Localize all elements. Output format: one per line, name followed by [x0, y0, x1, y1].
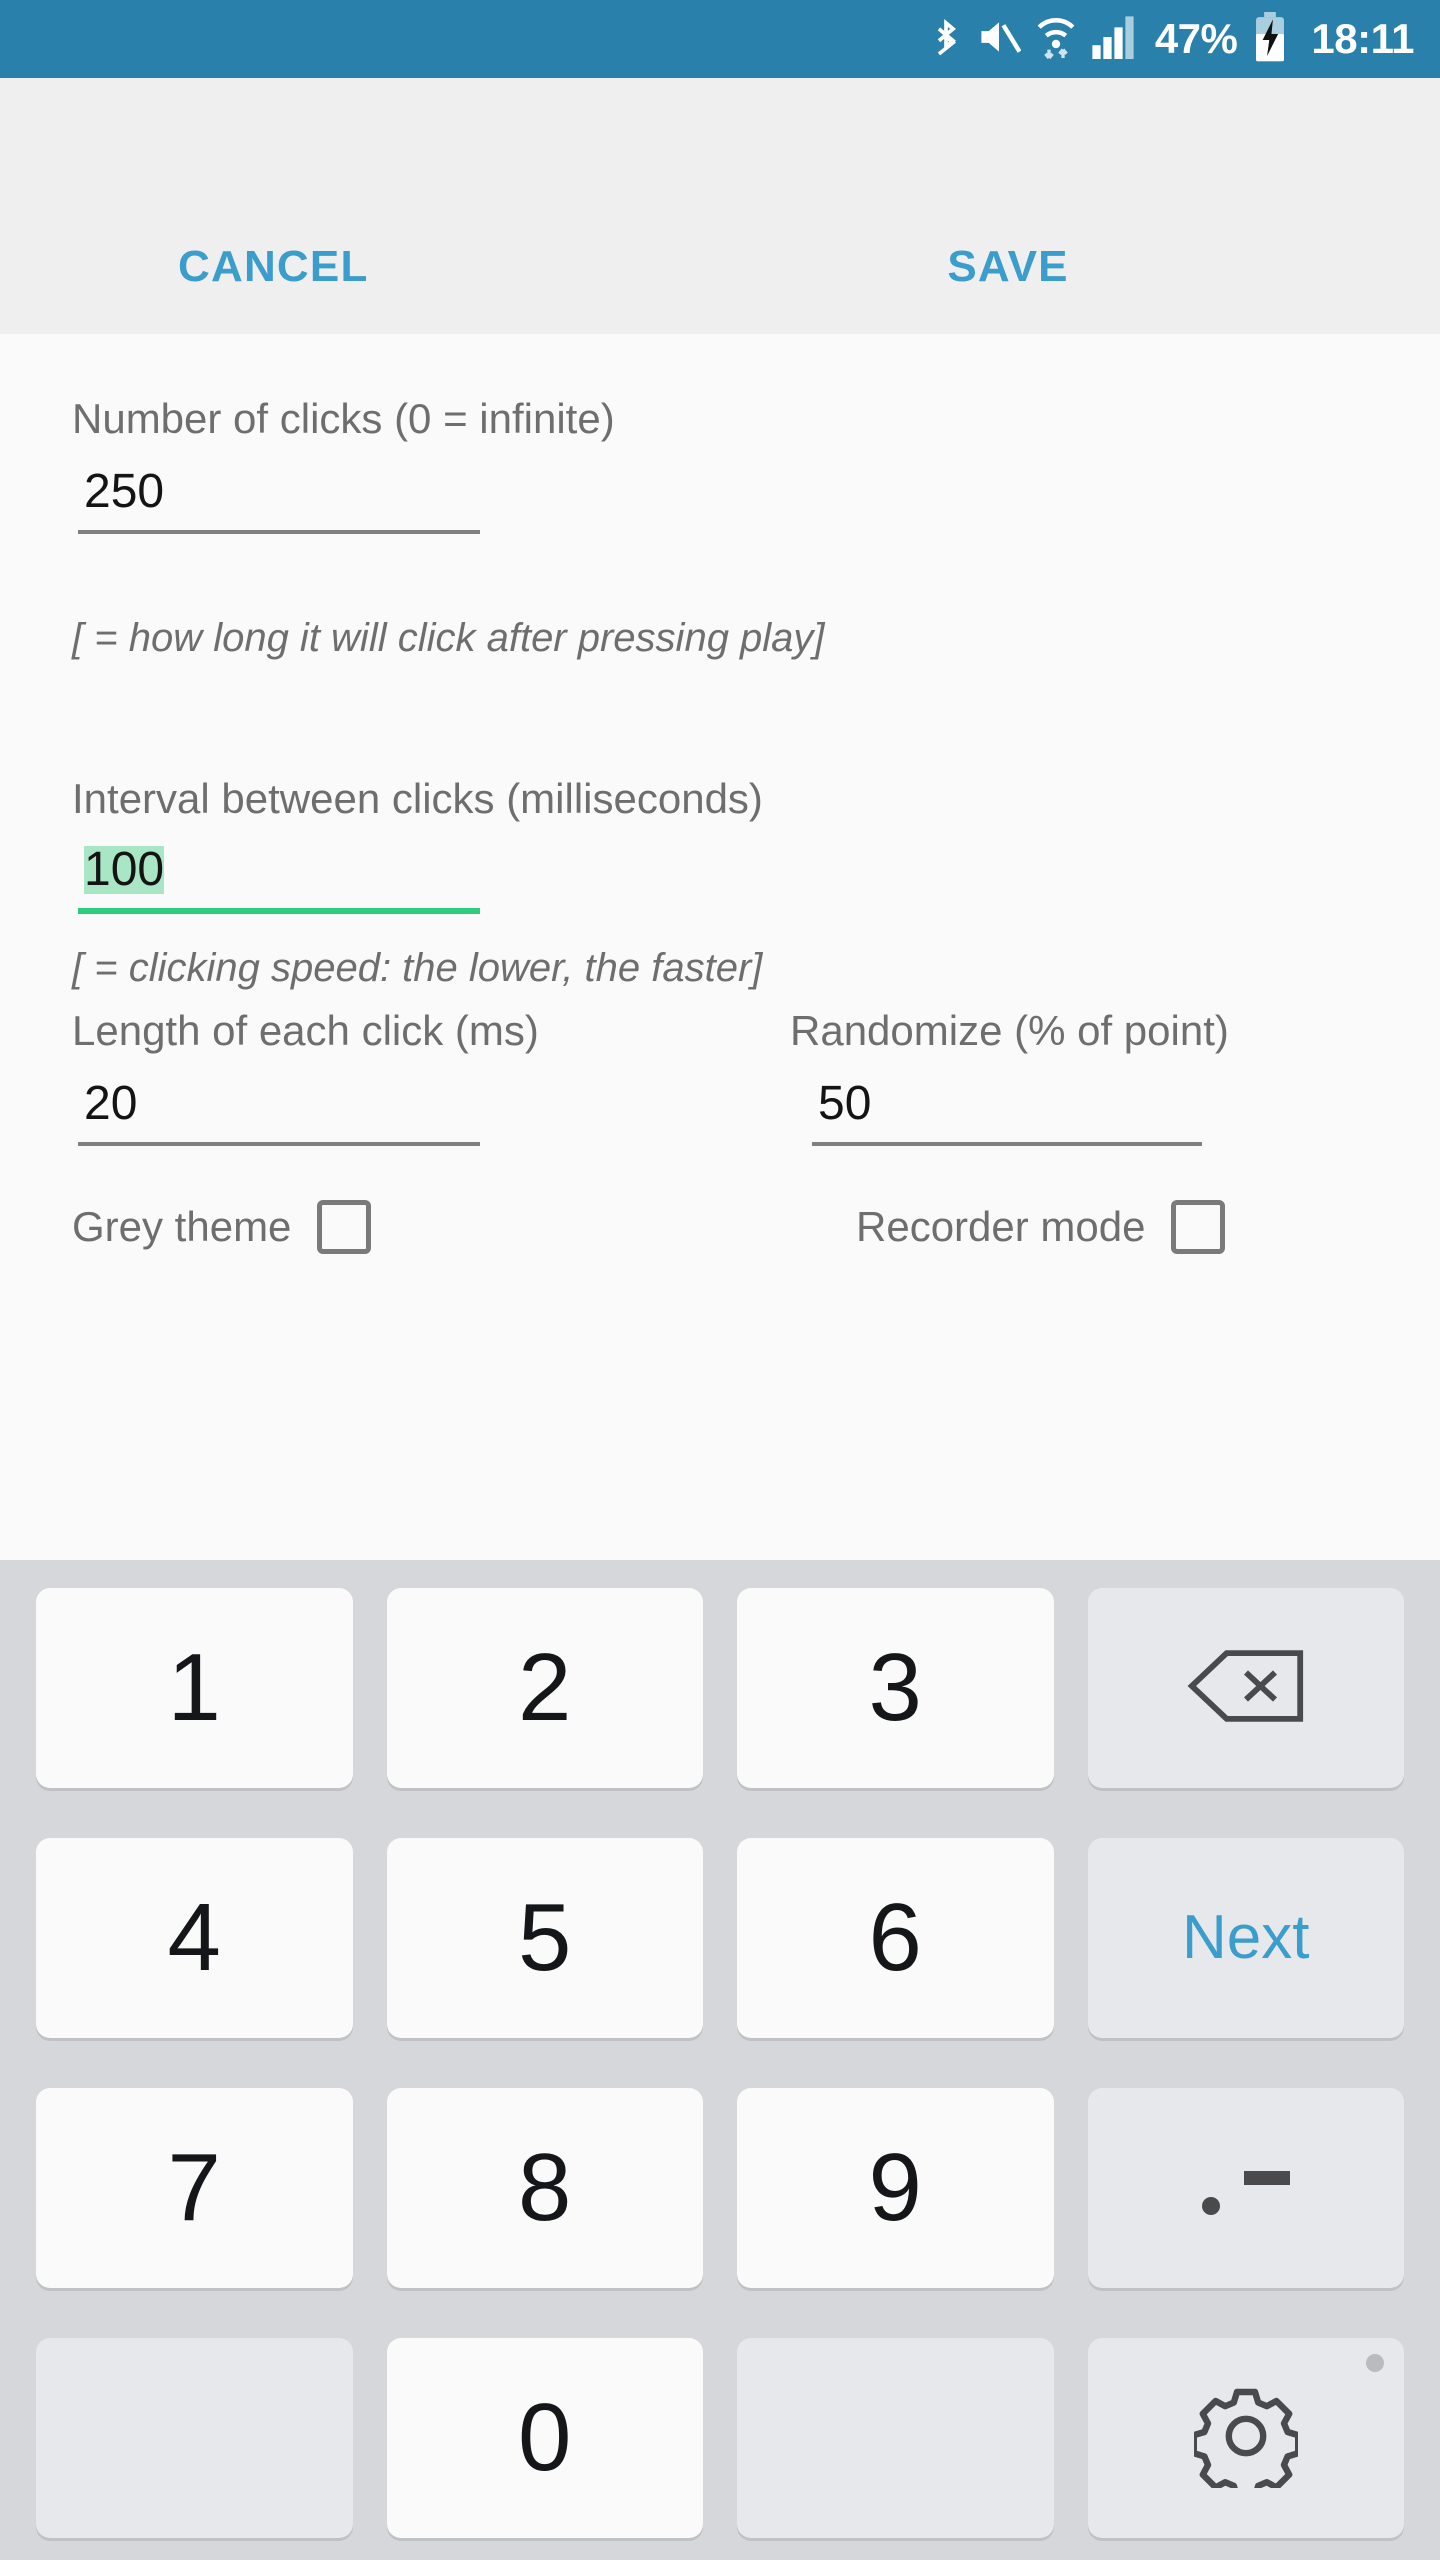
numeric-keyboard: 1 2 3 4 5 6 Next 7 8 9 0: [0, 1560, 1440, 2560]
key-9-label: 9: [868, 2134, 922, 2241]
key-1[interactable]: 1: [36, 1588, 353, 1788]
key-6-label: 6: [868, 1884, 922, 1991]
keyboard-row: 7 8 9: [0, 2088, 1440, 2310]
recorder-mode-checkbox[interactable]: [1171, 1200, 1226, 1254]
key-7-label: 7: [167, 2134, 221, 2241]
battery-charging-icon: [1253, 11, 1287, 67]
key-backspace[interactable]: [1087, 1588, 1404, 1788]
status-bar-clock: 18:11: [1311, 15, 1414, 62]
clicks-input-value: 250: [84, 465, 165, 518]
key-dot-dash[interactable]: [1087, 2088, 1404, 2288]
key-blank-right[interactable]: [737, 2338, 1054, 2538]
action-bar: CANCEL SAVE: [0, 78, 1440, 334]
key-6[interactable]: 6: [737, 1838, 1054, 2038]
dot-dash-icon: [1186, 2153, 1306, 2223]
recorder-mode-label: Recorder mode: [856, 1203, 1146, 1250]
wifi-icon: [1035, 13, 1077, 66]
save-button[interactable]: SAVE: [927, 228, 1088, 306]
key-0[interactable]: 0: [386, 2338, 703, 2538]
click-length-input-value: 20: [84, 1077, 138, 1130]
key-8-label: 8: [518, 2134, 572, 2241]
interval-input-value: 100: [84, 843, 165, 896]
key-8[interactable]: 8: [386, 2088, 703, 2288]
keyboard-row: 4 5 6 Next: [0, 1838, 1440, 2060]
grey-theme-row[interactable]: Grey theme: [72, 1200, 372, 1254]
grey-theme-label: Grey theme: [72, 1203, 292, 1250]
randomize-input[interactable]: 50: [812, 1080, 1202, 1146]
backspace-icon: [1186, 1647, 1306, 1730]
key-next[interactable]: Next: [1087, 1838, 1404, 2038]
key-3[interactable]: 3: [737, 1588, 1054, 1788]
key-0-label: 0: [518, 2384, 572, 2491]
signal-icon: [1091, 14, 1135, 65]
randomize-label: Randomize (% of point): [790, 1007, 1229, 1054]
click-length-input[interactable]: 20: [78, 1080, 480, 1146]
mute-icon: [977, 16, 1022, 63]
key-2[interactable]: 2: [386, 1588, 703, 1788]
clicks-input[interactable]: 250: [78, 468, 480, 534]
key-9[interactable]: 9: [737, 2088, 1054, 2288]
settings-form: Number of clicks (0 = infinite) 250 [ = …: [0, 334, 1440, 1560]
bluetooth-icon: [929, 13, 963, 66]
key-settings[interactable]: [1087, 2338, 1404, 2538]
randomize-input-value: 50: [818, 1077, 872, 1130]
key-1-label: 1: [167, 1634, 221, 1741]
interval-input[interactable]: 100: [78, 846, 480, 914]
key-blank-left[interactable]: [36, 2338, 353, 2538]
grey-theme-checkbox[interactable]: [317, 1200, 372, 1254]
key-2-label: 2: [518, 1634, 572, 1741]
key-3-label: 3: [868, 1634, 922, 1741]
app-root: 47% 18:11 CANCEL SAVE Number of clicks (…: [0, 0, 1440, 2560]
keyboard-row: 1 2 3: [0, 1588, 1440, 1810]
key-next-label: Next: [1182, 1903, 1310, 1972]
cancel-button[interactable]: CANCEL: [158, 228, 389, 306]
clicks-hint: [ = how long it will click after pressin…: [72, 616, 825, 660]
interval-hint: [ = clicking speed: the lower, the faste…: [72, 946, 763, 990]
status-bar-icons: 47% 18:11: [929, 11, 1414, 67]
clicks-label: Number of clicks (0 = infinite): [72, 395, 615, 442]
key-4-label: 4: [167, 1884, 221, 1991]
status-bar: 47% 18:11: [0, 0, 1440, 78]
key-5-label: 5: [518, 1884, 572, 1991]
battery-percent-label: 47%: [1154, 15, 1238, 62]
interval-label: Interval between clicks (milliseconds): [72, 775, 763, 822]
key-5[interactable]: 5: [386, 1838, 703, 2038]
click-length-label: Length of each click (ms): [72, 1007, 539, 1054]
recorder-mode-row[interactable]: Recorder mode: [856, 1200, 1226, 1254]
settings-badge-dot: [1366, 2354, 1384, 2372]
keyboard-row: 0: [0, 2338, 1440, 2560]
key-7[interactable]: 7: [36, 2088, 353, 2288]
key-4[interactable]: 4: [36, 1838, 353, 2038]
gear-icon: [1190, 2384, 1302, 2500]
